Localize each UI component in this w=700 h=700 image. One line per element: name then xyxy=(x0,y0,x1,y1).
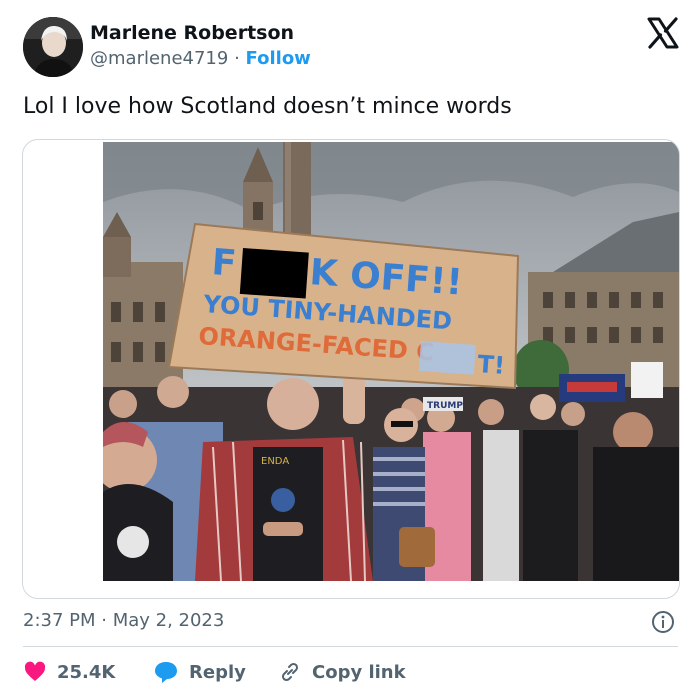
reply-button[interactable]: Reply xyxy=(153,658,246,686)
small-trump-sign: TRUMP xyxy=(427,401,463,411)
tweet-text: Lol I love how Scotland doesn’t mince wo… xyxy=(23,94,512,119)
user-handle[interactable]: @marlene4719 xyxy=(90,48,228,69)
reply-label: Reply xyxy=(189,661,246,683)
censor-block xyxy=(239,248,309,299)
link-icon xyxy=(281,662,299,682)
heart-icon xyxy=(24,661,46,681)
sign-line1-start: F xyxy=(210,242,237,285)
handle-row: @marlene4719 · Follow xyxy=(90,48,311,69)
shirt-text: ENDA xyxy=(261,456,289,467)
tweet-timestamp[interactable]: 2:37 PM · May 2, 2023 xyxy=(23,610,224,631)
copy-link-label: Copy link xyxy=(312,661,406,683)
divider xyxy=(23,646,678,647)
protest-photo[interactable]: ENDA TRUMP F K OFF!! YOU TINY-HANDED ORA… xyxy=(103,142,679,581)
copy-link-button[interactable]: Copy link xyxy=(278,658,406,686)
action-bar: 25.4K Reply Copy link xyxy=(23,658,683,686)
reply-bubble-icon xyxy=(155,662,177,683)
follow-button[interactable]: Follow xyxy=(246,48,311,69)
blur-block xyxy=(418,341,476,375)
avatar[interactable] xyxy=(23,17,83,77)
sign-line3-end: T! xyxy=(477,350,506,380)
x-logo-icon[interactable] xyxy=(646,16,680,50)
like-button[interactable]: 25.4K xyxy=(23,658,115,686)
like-count: 25.4K xyxy=(57,661,116,683)
media-container[interactable]: ENDA TRUMP F K OFF!! YOU TINY-HANDED ORA… xyxy=(22,139,680,599)
display-name[interactable]: Marlene Robertson xyxy=(90,22,294,44)
tweet-card: Marlene Robertson @marlene4719 · Follow … xyxy=(0,0,700,700)
info-icon[interactable] xyxy=(651,610,675,634)
separator-dot: · xyxy=(234,48,240,69)
